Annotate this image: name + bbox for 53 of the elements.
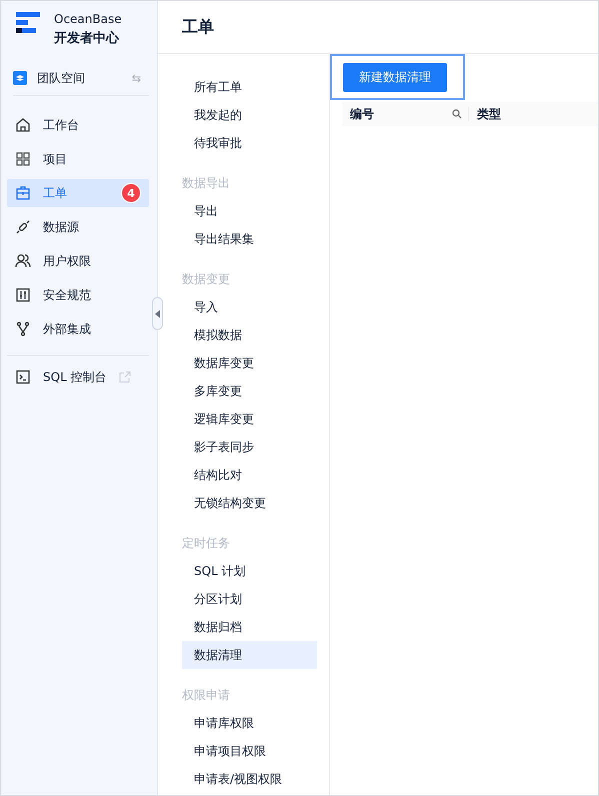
menu-item[interactable]: 申请表/视图权限 bbox=[182, 765, 317, 793]
grid-icon bbox=[15, 151, 31, 167]
menu-item[interactable]: 导入 bbox=[182, 293, 317, 321]
external-link-icon bbox=[118, 371, 131, 383]
menu-item[interactable]: 申请库权限 bbox=[182, 709, 317, 737]
nav-item[interactable]: 工作台 bbox=[7, 111, 149, 139]
users-icon bbox=[15, 253, 31, 269]
brand-subtitle: 开发者中心 bbox=[54, 30, 120, 48]
menu-item[interactable]: 数据清理 bbox=[182, 641, 317, 669]
menu-item[interactable]: 导出 bbox=[182, 197, 317, 225]
section-heading: 数据变更 bbox=[182, 271, 231, 288]
menu-item[interactable]: 结构比对 bbox=[182, 461, 317, 489]
terminal-icon bbox=[15, 369, 31, 385]
menu-item[interactable]: 数据库变更 bbox=[182, 349, 317, 377]
nav-item[interactable]: 项目 bbox=[7, 145, 149, 173]
menu-item[interactable]: 模拟数据 bbox=[182, 321, 317, 349]
search-icon[interactable] bbox=[452, 109, 462, 119]
menu-item[interactable]: 申请项目权限 bbox=[182, 737, 317, 765]
menu-item[interactable]: 导出结果集 bbox=[182, 225, 317, 253]
plug-icon bbox=[15, 219, 31, 235]
create-button[interactable]: 新建数据清理 bbox=[343, 62, 447, 92]
menu-item[interactable]: SQL 计划 bbox=[182, 557, 317, 585]
collapse-handle[interactable] bbox=[152, 297, 163, 330]
menu-item[interactable]: 分区计划 bbox=[182, 585, 317, 613]
column-header: 类型 bbox=[476, 106, 501, 122]
sliders-icon bbox=[15, 287, 31, 303]
nav-item[interactable]: 用户权限 bbox=[7, 247, 149, 275]
menu-item[interactable]: 我发起的 bbox=[182, 101, 317, 129]
nav-item[interactable]: 数据源 bbox=[7, 213, 149, 241]
fork-icon bbox=[15, 321, 31, 337]
menu-item[interactable]: 无锁结构变更 bbox=[182, 489, 317, 517]
menu-item[interactable]: 影子表同步 bbox=[182, 433, 317, 461]
nav-item[interactable]: SQL 控制台 bbox=[15, 363, 149, 391]
section-heading: 定时任务 bbox=[182, 535, 231, 552]
menu-item[interactable]: 所有工单 bbox=[182, 73, 317, 101]
column-header: 编号 bbox=[342, 107, 469, 121]
menu-item[interactable]: 多库变更 bbox=[182, 377, 317, 405]
briefcase-icon bbox=[15, 185, 31, 201]
house-icon bbox=[15, 117, 31, 133]
brand-name: OceanBase bbox=[54, 11, 122, 28]
count-badge: 4 bbox=[121, 183, 141, 203]
page-title: 工单 bbox=[158, 1, 598, 54]
workspace-label[interactable]: 团队空间 bbox=[37, 70, 122, 86]
section-heading: 数据导出 bbox=[182, 175, 231, 192]
nav-item[interactable]: 工单 4 bbox=[7, 179, 149, 207]
menu-item[interactable]: 逻辑库变更 bbox=[182, 405, 317, 433]
logo-icon bbox=[16, 10, 40, 36]
layers-icon bbox=[13, 71, 27, 85]
menu-item[interactable]: 数据归档 bbox=[182, 613, 317, 641]
nav-item[interactable]: 外部集成 bbox=[7, 315, 149, 343]
nav-item[interactable]: 安全规范 bbox=[7, 281, 149, 309]
section-heading: 权限申请 bbox=[182, 687, 231, 704]
menu-item[interactable]: 待我审批 bbox=[182, 129, 317, 157]
